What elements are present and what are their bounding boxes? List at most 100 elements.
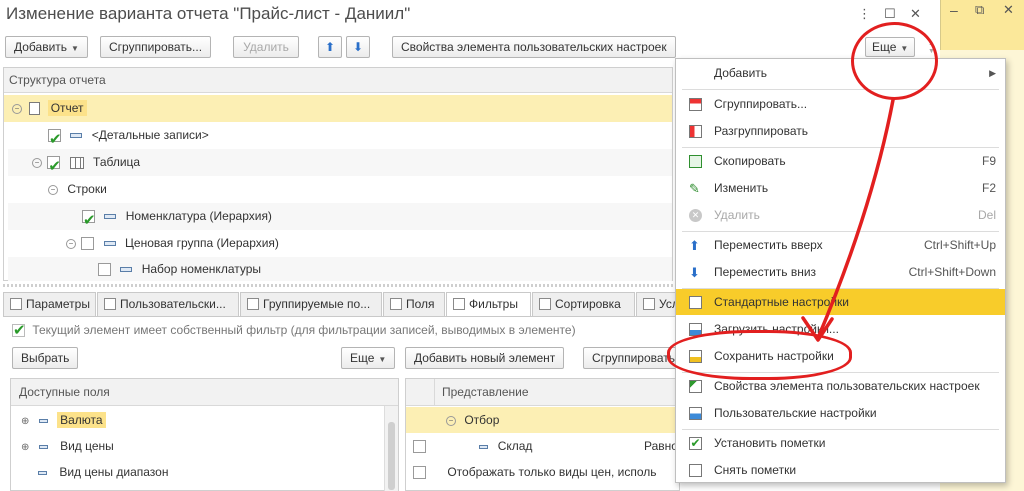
delete-button[interactable]: Удалить	[233, 36, 299, 58]
ungroup-icon	[689, 125, 702, 138]
menu-item-move-up[interactable]: ⬆ Переместить вверх Ctrl+Shift+Up	[676, 232, 1005, 258]
move-up-button[interactable]: ⬆	[318, 36, 342, 58]
checkbox[interactable]	[413, 466, 426, 480]
tab-label: Сортировка	[555, 297, 621, 311]
collapse-icon[interactable]: −	[446, 415, 456, 426]
copy-icon	[689, 155, 702, 168]
field-icon	[70, 133, 83, 139]
select-button[interactable]: Выбрать	[12, 347, 79, 369]
maximize-icon[interactable]: ☐	[884, 6, 896, 22]
menu-separator	[682, 89, 999, 90]
tab-filters[interactable]: Фильтры	[446, 292, 531, 317]
window-more-icon[interactable]: ⋮	[858, 6, 871, 22]
collapse-icon[interactable]: −	[12, 103, 22, 114]
checkbox[interactable]	[98, 263, 111, 277]
menu-item-delete[interactable]: ✕ Удалить Del	[676, 202, 1005, 228]
menu-item-label: Разгруппировать	[714, 124, 809, 138]
available-field-currency[interactable]: ⊕ Валюта	[11, 407, 398, 434]
filters-more-button[interactable]: Еще ▼	[341, 347, 396, 369]
group-button[interactable]: Сгруппировать...	[100, 36, 212, 58]
menu-item-label: Скопировать	[714, 154, 786, 168]
tree-row-price-group[interactable]: − Ценовая группа (Иерархия)	[8, 230, 672, 257]
available-field-price-range[interactable]: Вид цены диапазон	[11, 459, 398, 486]
representation-header-divider	[434, 379, 435, 406]
available-field-price-type[interactable]: ⊕ Вид цены	[11, 433, 398, 460]
structure-header: Структура отчета	[4, 68, 672, 93]
menu-item-label: Переместить вниз	[714, 265, 817, 279]
add-new-element-button[interactable]: Добавить новый элемент	[405, 347, 565, 369]
checkbox[interactable]	[48, 126, 62, 153]
tree-row-rows[interactable]: − Строки	[8, 176, 672, 203]
panel-splitter[interactable]	[3, 284, 673, 287]
menu-item-standard-settings[interactable]: Стандартные настройки	[676, 289, 1005, 315]
available-field-label: Валюта	[57, 412, 106, 428]
menu-item-add[interactable]: Добавить ▶	[676, 60, 1005, 86]
filters-more-label: Еще	[350, 351, 375, 365]
own-filter-checkbox[interactable]	[12, 321, 26, 339]
checkbox[interactable]	[47, 153, 61, 180]
checkbox[interactable]	[82, 207, 96, 234]
collapse-icon[interactable]: −	[66, 238, 76, 249]
menu-item-shortcut: Ctrl+Shift+Down	[908, 265, 996, 279]
menu-item-check-all[interactable]: ✔ Установить пометки	[676, 430, 1005, 456]
menu-item-label: Свойства элемента пользовательских настр…	[714, 379, 980, 393]
tab-parameters[interactable]: Параметры	[3, 292, 96, 316]
tab-sorting[interactable]: Сортировка	[532, 292, 635, 316]
tab-fields[interactable]: Поля	[383, 292, 445, 316]
menu-item-edit[interactable]: ✎ Изменить F2	[676, 175, 1005, 201]
standard-settings-icon	[689, 296, 702, 309]
filter-row-selection[interactable]: − Отбор	[406, 407, 679, 433]
chevron-down-icon: ▼	[378, 355, 387, 364]
menu-item-move-down[interactable]: ⬇ Переместить вниз Ctrl+Shift+Down	[676, 259, 1005, 285]
menu-item-label: Установить пометки	[714, 436, 826, 450]
element-properties-button[interactable]: Свойства элемента пользовательских настр…	[392, 36, 676, 58]
background-close-icon[interactable]: ✕	[1003, 2, 1014, 18]
submenu-arrow-icon: ▶	[989, 68, 996, 78]
available-fields-panel: Доступные поля ⊕ Валюта ⊕ Вид цены Вид ц…	[10, 378, 399, 491]
group-icon	[689, 98, 702, 111]
move-down-button[interactable]: ⬇	[346, 36, 370, 58]
background-minimize-icon[interactable]: –	[950, 2, 958, 18]
menu-item-ungroup[interactable]: Разгруппировать	[676, 118, 1005, 144]
close-icon[interactable]: ✕	[910, 6, 921, 22]
menu-item-label: Стандартные настройки	[714, 295, 849, 309]
own-filter-row[interactable]: Текущий элемент имеет собственный фильтр…	[12, 321, 576, 339]
tree-row-nomenclature[interactable]: Номенклатура (Иерархия)	[8, 203, 672, 234]
tree-node-label: Строки	[67, 182, 107, 196]
arrow-down-icon: ⬇	[352, 40, 364, 54]
menu-item-uncheck-all[interactable]: Снять пометки	[676, 457, 1005, 483]
tab-user-fields[interactable]: Пользовательски...	[97, 292, 239, 316]
scrollbar-thumb[interactable]	[388, 422, 395, 490]
tab-grouping[interactable]: Группируемые по...	[240, 292, 382, 316]
representation-header-label: Представление	[442, 385, 529, 399]
tree-row-nomenclature-set[interactable]: Набор номенклатуры	[8, 257, 672, 281]
collapse-icon[interactable]: −	[48, 184, 58, 195]
collapse-icon[interactable]: −	[32, 157, 42, 168]
tree-node-label: Таблица	[93, 155, 141, 169]
field-icon	[103, 241, 116, 247]
tree-row-detail[interactable]: <Детальные записи>	[8, 122, 672, 153]
expand-icon[interactable]: ⊕	[21, 442, 29, 453]
menu-item-copy[interactable]: Скопировать F9	[676, 148, 1005, 174]
field-icon	[120, 267, 133, 273]
filter-condition: Равно	[644, 439, 678, 453]
checkbox[interactable]	[413, 440, 426, 454]
tab-label: Группируемые по...	[263, 297, 371, 311]
field-icon	[38, 418, 48, 423]
add-button[interactable]: Добавить ▼	[5, 36, 88, 58]
menu-item-user-settings[interactable]: Пользовательские настройки	[676, 400, 1005, 426]
scrollbar[interactable]	[384, 406, 398, 491]
expand-icon[interactable]: ⊕	[21, 416, 29, 427]
filter-row-warehouse[interactable]: Склад Равно	[406, 433, 679, 459]
arrow-up-icon: ⬆	[324, 40, 336, 54]
tree-row-report[interactable]: − Отчет	[4, 95, 672, 122]
menu-item-label: Удалить	[714, 208, 760, 222]
filter-row-show-price-types[interactable]: Отображать только виды цен, исполь	[406, 459, 679, 485]
menu-item-group[interactable]: Сгруппировать...	[676, 91, 1005, 117]
checkbox[interactable]	[81, 237, 95, 251]
tab-conditional[interactable]: Усл	[636, 292, 676, 316]
background-restore-icon[interactable]: ⧉	[975, 2, 984, 18]
user-fields-icon	[104, 298, 116, 310]
menu-item-label: Изменить	[714, 181, 769, 195]
tree-row-table[interactable]: − Таблица	[8, 149, 672, 180]
